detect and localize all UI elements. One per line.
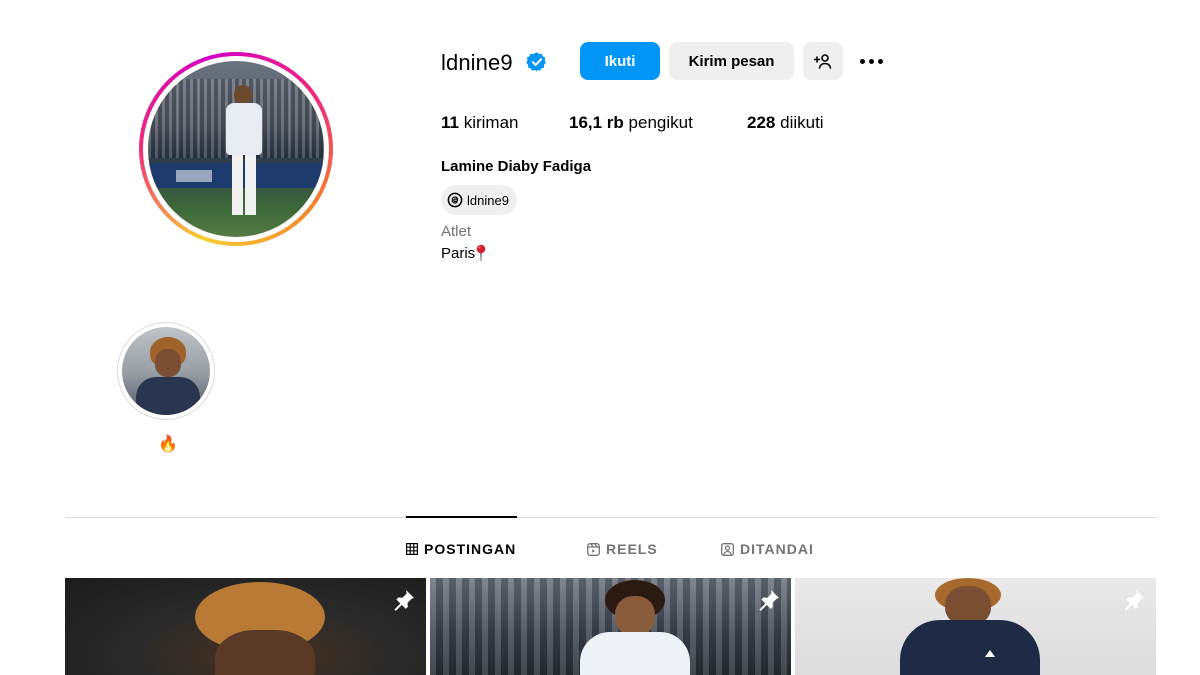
stat-following[interactable]: 228 diikuti xyxy=(747,113,824,133)
pin-icon xyxy=(1124,590,1144,611)
avatar-photo xyxy=(148,61,324,237)
profile-username: ldnine9 xyxy=(441,50,513,75)
more-dot xyxy=(859,58,865,64)
story-highlight[interactable] xyxy=(117,322,215,420)
profile-avatar[interactable] xyxy=(139,52,333,246)
post-thumbnail[interactable] xyxy=(65,578,426,675)
tab-posts-label: POSTINGAN xyxy=(424,541,517,557)
pin-icon xyxy=(759,590,779,611)
avatar-board-text xyxy=(176,170,212,183)
profile-full-name: Lamine Diaby Fadiga xyxy=(441,158,592,175)
following-label: diikuti xyxy=(780,113,824,132)
follow-button[interactable]: Ikuti xyxy=(580,42,660,80)
threads-link[interactable]: ldnine9 xyxy=(441,185,517,215)
followers-label: pengikut xyxy=(628,113,693,132)
highlight-jacket xyxy=(136,377,200,415)
highlight-face xyxy=(155,349,181,377)
bio-location: Paris xyxy=(441,244,487,262)
tab-posts[interactable]: POSTINGAN xyxy=(406,541,516,557)
add-user-icon xyxy=(814,54,832,69)
avatar-border xyxy=(143,56,329,242)
verified-badge-icon xyxy=(526,52,546,72)
stat-posts: 11 kiriman xyxy=(441,113,519,133)
more-dot xyxy=(877,58,883,64)
posts-label: kiriman xyxy=(463,113,519,132)
send-message-button[interactable]: Kirim pesan xyxy=(669,42,794,80)
post-photo-face xyxy=(615,596,655,636)
threads-icon xyxy=(447,192,463,208)
tabs-divider xyxy=(65,517,1157,518)
tab-reels[interactable]: REELS xyxy=(587,541,658,557)
round-pushpin-icon xyxy=(476,244,486,262)
more-dot xyxy=(868,58,874,64)
post-thumbnail[interactable] xyxy=(430,578,791,675)
avatar-player-head xyxy=(234,85,252,105)
post-photo-jacket xyxy=(900,620,1040,675)
grid-icon xyxy=(406,543,418,555)
followers-count: 16,1 rb xyxy=(569,113,624,132)
bio-location-text: Paris xyxy=(441,244,476,262)
highlight-label: 🔥 xyxy=(158,436,178,453)
post-photo-shirt xyxy=(580,632,690,675)
suggested-users-button[interactable] xyxy=(803,42,843,80)
reels-icon xyxy=(587,542,600,556)
profile-category: Atlet xyxy=(441,223,472,240)
stat-followers[interactable]: 16,1 rb pengikut xyxy=(569,113,693,133)
tab-tagged[interactable]: DITANDAI xyxy=(721,541,814,557)
tagged-icon xyxy=(721,542,734,556)
posts-count: 11 xyxy=(441,113,459,132)
threads-handle: ldnine9 xyxy=(467,192,509,208)
more-options-icon[interactable] xyxy=(854,46,888,76)
post-thumbnail[interactable] xyxy=(795,578,1156,675)
tab-tagged-label: DITANDAI xyxy=(740,541,814,557)
highlight-cover xyxy=(122,327,210,415)
pin-icon xyxy=(394,590,414,611)
tab-reels-label: REELS xyxy=(606,541,658,557)
avatar-player-body xyxy=(226,103,262,155)
active-tab-indicator xyxy=(406,516,517,518)
avatar-player-legs xyxy=(232,155,256,215)
post-photo-face xyxy=(215,630,315,675)
following-count: 228 xyxy=(747,113,776,132)
